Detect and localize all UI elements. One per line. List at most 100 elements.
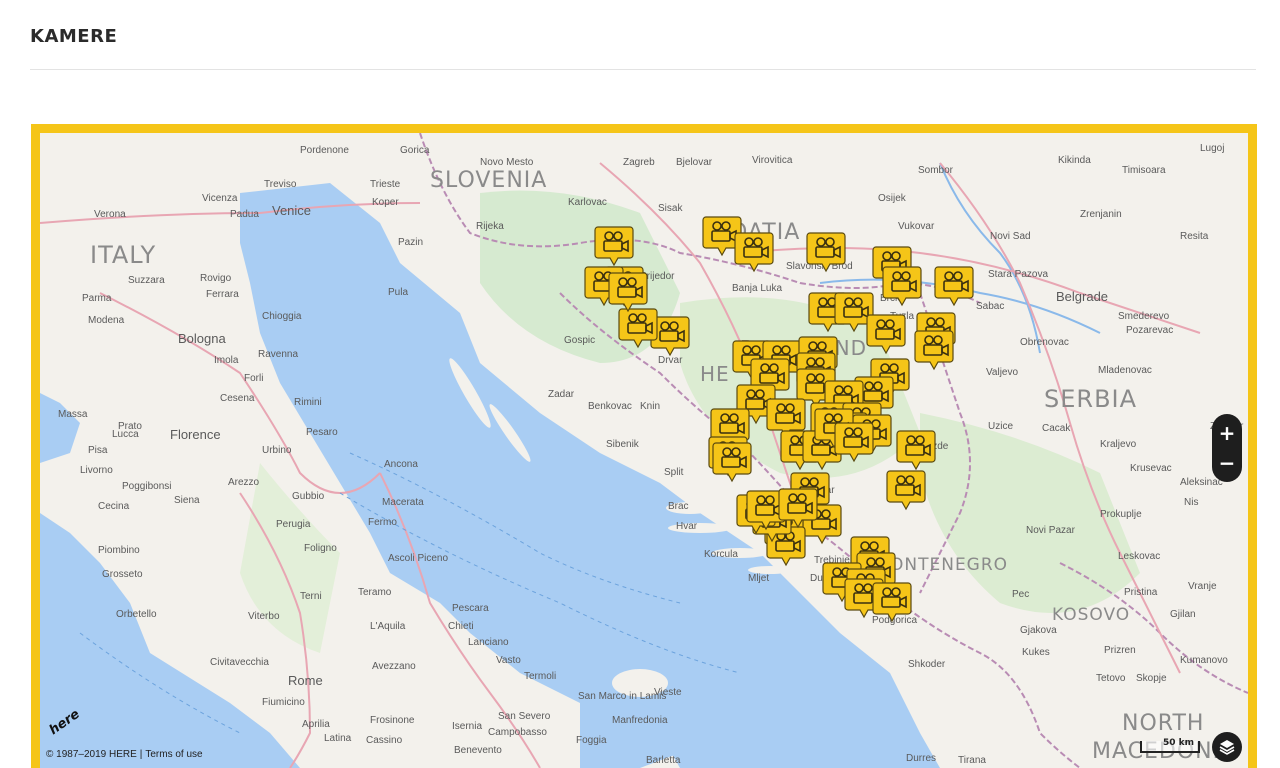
city-label: Leskovac [1118,551,1160,562]
city-label: Siena [174,495,200,506]
city-label: Pazin [398,237,423,248]
city-label: L'Aquila [370,621,406,632]
city-label: Pula [388,287,408,298]
city-label: Brac [668,501,689,512]
city-label: Stara Pazova [988,269,1048,280]
city-label: Pisa [88,445,108,456]
city-label: Florence [170,427,221,442]
zoom-out-button[interactable]: − [1212,448,1242,478]
city-label: Nis [1184,497,1198,508]
city-label: Zagreb [623,157,655,168]
city-label: Smederevo [1118,311,1170,322]
city-label: Benkovac [588,401,632,412]
city-label: Fiumicino [262,697,305,708]
city-label: Ferrara [206,289,239,300]
city-label: Barletta [646,755,681,766]
city-label: Fermo [368,517,397,528]
city-label: Sibenik [606,439,640,450]
city-label: Sisak [658,203,683,214]
city-label: Mljet [748,573,769,584]
city-label: Knin [640,401,660,412]
city-label: Pec [1012,589,1029,600]
scale-label: 50 km [1162,738,1194,748]
city-label: Belgrade [1056,289,1108,304]
city-label: Lanciano [468,637,509,648]
city-label: Terni [300,591,322,602]
city-label: Vieste [654,687,682,698]
city-label: Cassino [366,735,403,746]
city-label: Gjilan [1170,609,1196,620]
city-label: Foggia [576,735,607,746]
city-label: Viterbo [248,611,280,622]
map-copyright: © 1987–2019 HERE | Terms of use [46,749,203,760]
city-label: Tirana [958,755,986,766]
city-label: Orbetello [116,609,157,620]
city-label: Prizren [1104,645,1136,656]
layers-button[interactable] [1212,732,1242,762]
city-label: Valjevo [986,367,1018,378]
city-label: Skopje [1136,673,1167,684]
city-label: Verona [94,209,126,220]
city-label: Vranje [1188,581,1217,592]
city-label: Latina [324,733,352,744]
city-label: Kikinda [1058,155,1091,166]
city-label: Virovitica [752,155,793,166]
city-label: Zrenjanin [1080,209,1122,220]
city-label: Chioggia [262,311,302,322]
city-label: Ravenna [258,349,298,360]
city-label: Kraljevo [1100,439,1137,450]
country-label-italy: ITALY [90,241,156,269]
city-label: Pesaro [306,427,338,438]
zoom-in-button[interactable]: + [1212,418,1242,448]
city-label: Pozarevac [1126,325,1173,336]
city-label: Zadar [548,389,575,400]
city-label: Benevento [454,745,502,756]
map-canvas[interactable]: SLOVENIA ITALY SERBIA ONTENEGRO KOSOVO N… [40,133,1248,768]
city-label: Prato [118,421,142,432]
city-label: Prokuplje [1100,509,1142,520]
zoom-control: + − [1212,414,1242,482]
city-label: Cacak [1042,423,1071,434]
city-label: Forli [244,373,263,384]
city-label: Kukes [1022,647,1050,658]
city-label: Macerata [382,497,424,508]
city-label: Rijeka [476,221,504,232]
terms-of-use-link[interactable]: Terms of use [145,749,202,760]
title-divider [30,69,1256,70]
city-label: Gorica [400,145,430,156]
city-label: Rome [288,673,323,688]
city-label: Ancona [384,459,418,470]
city-label: Hvar [676,521,698,532]
city-label: Treviso [264,179,297,190]
city-label: Poggibonsi [122,481,171,492]
city-label: Durres [906,753,936,764]
city-label: Grosseto [102,569,143,580]
country-label-serbia: SERBIA [1044,385,1137,413]
city-label: Shkoder [908,659,946,670]
city-label: Perugia [276,519,311,530]
city-label: Livorno [80,465,113,476]
map-container[interactable]: SLOVENIA ITALY SERBIA ONTENEGRO KOSOVO N… [31,124,1257,768]
city-label: Pordenone [300,145,349,156]
city-label: Split [664,467,684,478]
city-label: Trieste [370,179,401,190]
city-label: Rimini [294,397,322,408]
city-label: Foligno [304,543,337,554]
city-label: Frosinone [370,715,415,726]
country-label-kosovo: KOSOVO [1052,605,1130,625]
city-label: Cesena [220,393,255,404]
city-label: Vasto [496,655,521,666]
city-label: Arezzo [228,477,260,488]
city-label: Manfredonia [612,715,668,726]
city-label: Novo Mesto [480,157,534,168]
city-label: Gospic [564,335,595,346]
city-label: Resita [1180,231,1209,242]
city-label: Bjelovar [676,157,713,168]
city-label: Sabac [976,301,1004,312]
country-label-herzegovina: HE [700,362,730,386]
city-label: Uzice [988,421,1013,432]
city-label: Gubbio [292,491,325,502]
city-label: Vicenza [202,193,238,204]
city-label: Aleksinac [1180,477,1223,488]
city-label: Avezzano [372,661,416,672]
